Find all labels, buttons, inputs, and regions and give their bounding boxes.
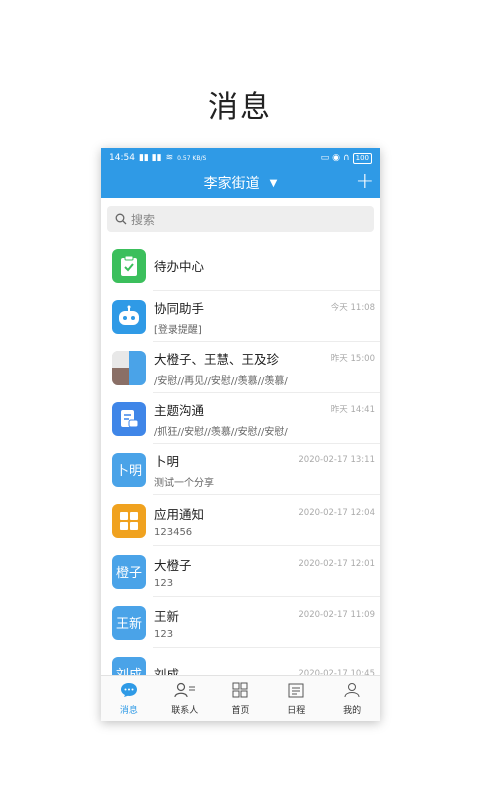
clipboard-check-icon [112, 248, 146, 283]
message-time: 2020-02-17 12:04 [298, 508, 375, 518]
add-icon[interactable]: + [356, 170, 374, 194]
message-time: 今天 11:08 [330, 303, 375, 313]
message-preview: 123456 [154, 526, 193, 538]
topic-chat-icon [112, 401, 146, 436]
message-header: 王新 2020-02-17 11:09 [154, 606, 375, 625]
message-body: 卜明 2020-02-17 13:11 测试一个分享 [154, 451, 380, 489]
message-time: 2020-02-17 11:09 [298, 610, 375, 620]
tab-item[interactable]: 日程 [268, 676, 324, 721]
message-item[interactable]: 应用通知 2020-02-17 12:04 123456 [101, 495, 380, 546]
signal-icon: ▮▮ ▮▮ [138, 153, 162, 163]
schedule-icon [288, 682, 304, 703]
network-speed: 0.57 KB/S [177, 154, 207, 162]
message-name: 大橙子、王慧、王及珍 [154, 351, 280, 367]
alarm-icon: ◉ [332, 153, 341, 163]
tab-label: 首页 [231, 705, 250, 716]
group-avatar-icon [112, 350, 146, 385]
message-item[interactable]: 主题沟通 昨天 14:41/抓狂//安慰//羡慕//安慰//安慰/ [101, 393, 380, 444]
message-body: 协同助手 今天 11:08 [登录提醒] [154, 298, 380, 336]
message-preview: 测试一个分享 [154, 477, 214, 489]
nav-bar: 李家街道 ▼ + [101, 168, 380, 198]
dropdown-triangle-icon[interactable]: ▼ [270, 178, 278, 189]
avatar: 王新 [112, 605, 146, 640]
home-grid-icon [232, 682, 248, 703]
profile-icon [344, 682, 360, 703]
message-preview: [登录提醒] [154, 324, 202, 336]
message-time: 2020-02-17 12:01 [298, 559, 375, 569]
tab-item[interactable]: 联系人 [157, 676, 213, 721]
message-name: 刘成 [154, 667, 180, 675]
message-preview: /抓狂//安慰//羡慕//安慰//安慰/ [154, 426, 288, 438]
message-body: 待办中心 [154, 256, 380, 275]
message-time: 昨天 15:00 [330, 354, 375, 364]
tab-item[interactable]: 消息 [101, 676, 157, 721]
tab-label: 日程 [287, 705, 306, 716]
battery-icon: 100 [352, 152, 372, 164]
message-header: 协同助手 今天 11:08 [154, 298, 375, 317]
message-list: 待办中心协同助手 今天 11:08 [登录提醒] 大橙子、王慧、王及珍 昨天 15:00… [101, 240, 380, 675]
hd-icon: ▭ [320, 153, 330, 163]
tab-bar: 消息 联系人 首页 日程 我的 [101, 675, 380, 721]
tab-label: 联系人 [171, 705, 199, 716]
message-header: 待办中心 [154, 256, 375, 275]
message-header: 刘成 2020-02-17 10:45 [154, 664, 375, 675]
message-name: 主题沟通 [154, 402, 205, 418]
message-header: 应用通知 2020-02-17 12:04 [154, 504, 375, 523]
message-item[interactable]: 刘成刘成2020-02-17 10:45 [101, 648, 380, 675]
chat-bubble-icon [120, 682, 138, 703]
message-item[interactable]: 橙子 大橙子 2020-02-17 12:01 123 [101, 546, 380, 597]
tab-item[interactable]: 首页 [213, 676, 269, 721]
avatar: 橙子 [112, 554, 146, 589]
message-name: 卜明 [154, 453, 180, 469]
message-header: 大橙子 2020-02-17 12:01 [154, 555, 375, 574]
message-preview: 123 [154, 577, 174, 589]
promo-title: 消息 [208, 90, 272, 125]
message-header: 大橙子、王慧、王及珍 昨天 15:00 [154, 349, 375, 368]
tab-label: 消息 [119, 705, 138, 716]
message-name: 应用通知 [154, 506, 205, 522]
message-name: 协同助手 [154, 300, 205, 316]
tab-item[interactable]: 我的 [324, 676, 380, 721]
message-body: 大橙子、王慧、王及珍 昨天 15:00/安慰//再见//安慰//羡慕//羡慕/ [154, 349, 380, 387]
headset-icon: ∩ [343, 153, 350, 163]
search-input[interactable]: 搜索 [107, 206, 374, 232]
message-name: 待办中心 [154, 259, 205, 274]
apps-grid-icon [112, 503, 146, 538]
search-icon [115, 213, 127, 225]
message-body: 应用通知 2020-02-17 12:04 123456 [154, 504, 380, 538]
message-item[interactable]: 大橙子、王慧、王及珍 昨天 15:00/安慰//再见//安慰//羡慕//羡慕/ [101, 342, 380, 393]
message-item[interactable]: 协同助手 今天 11:08 [登录提醒] [101, 291, 380, 342]
message-item[interactable]: 待办中心 [101, 240, 380, 291]
message-item[interactable]: 卜明 卜明 2020-02-17 13:11 测试一个分享 [101, 444, 380, 495]
message-body: 刘成 2020-02-17 10:45 [154, 664, 380, 675]
robot-icon [112, 299, 146, 334]
status-bar: 14:54 ▮▮ ▮▮ ≋ 0.57 KB/S ▭ ◉ ∩ 100 [101, 148, 380, 168]
avatar: 刘成 [112, 656, 146, 675]
message-time: 2020-02-17 13:11 [298, 455, 375, 465]
message-preview: /安慰//再见//安慰//羡慕//羡慕/ [154, 375, 288, 387]
message-time: 昨天 14:41 [330, 405, 375, 415]
message-header: 卜明 2020-02-17 13:11 [154, 451, 375, 470]
message-body: 王新 2020-02-17 11:09 123 [154, 606, 380, 640]
tab-label: 我的 [343, 705, 362, 716]
message-item[interactable]: 王新 王新 2020-02-17 11:09 123 [101, 597, 380, 648]
message-body: 主题沟通 昨天 14:41/抓狂//安慰//羡慕//安慰//安慰/ [154, 400, 380, 438]
search-wrap: 搜索 [101, 198, 380, 240]
message-name: 王新 [154, 608, 180, 624]
search-placeholder: 搜索 [131, 212, 156, 227]
message-header: 主题沟通 昨天 14:41 [154, 400, 375, 419]
org-switcher[interactable]: 李家街道 [204, 173, 260, 193]
phone-screen: 14:54 ▮▮ ▮▮ ≋ 0.57 KB/S ▭ ◉ ∩ 100 李家街道 ▼… [101, 148, 380, 721]
contacts-icon [174, 682, 196, 703]
message-preview: 123 [154, 628, 174, 640]
wifi-icon: ≋ [165, 153, 174, 163]
status-time: 14:54 [109, 153, 135, 163]
message-name: 大橙子 [154, 557, 192, 573]
avatar: 卜明 [112, 452, 146, 487]
message-body: 大橙子 2020-02-17 12:01 123 [154, 555, 380, 589]
